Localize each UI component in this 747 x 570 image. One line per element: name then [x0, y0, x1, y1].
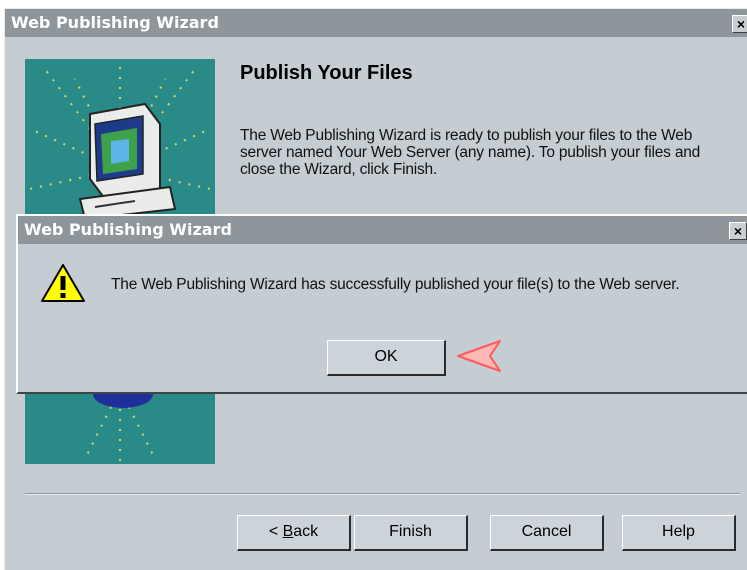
success-dialog: Web Publishing Wizard × The Web Publishi…	[16, 214, 747, 394]
wizard-heading: Publish Your Files	[240, 62, 413, 84]
dialog-message: The Web Publishing Wizard has successful…	[111, 276, 680, 293]
ok-button[interactable]: OK	[327, 340, 446, 376]
wizard-close-button[interactable]: ×	[732, 15, 747, 33]
wizard-title: Web Publishing Wizard	[11, 13, 219, 32]
finish-button[interactable]: Finish	[354, 515, 468, 551]
back-button-accelerator: B	[282, 523, 294, 540]
help-button-label: Help	[662, 523, 695, 540]
ok-button-label: OK	[374, 348, 398, 365]
wizard-separator	[25, 493, 740, 495]
cancel-button-label: Cancel	[521, 523, 572, 540]
back-button-prefix: <	[268, 523, 283, 540]
help-button[interactable]: Help	[622, 515, 736, 551]
close-icon: ×	[736, 16, 746, 32]
close-icon: ×	[733, 223, 743, 239]
wizard-description: The Web Publishing Wizard is ready to pu…	[240, 127, 701, 178]
dialog-close-button[interactable]: ×	[729, 222, 747, 240]
dialog-titlebar: Web Publishing Wizard	[18, 216, 747, 244]
red-arrow-pointer-icon	[456, 338, 504, 379]
warning-icon	[40, 262, 86, 309]
dialog-title: Web Publishing Wizard	[24, 220, 232, 239]
back-button[interactable]: < Back	[237, 515, 351, 551]
cancel-button[interactable]: Cancel	[490, 515, 604, 551]
wizard-titlebar: Web Publishing Wizard	[5, 9, 747, 37]
back-button-rest: ack	[293, 523, 319, 540]
finish-button-label: Finish	[389, 523, 432, 540]
